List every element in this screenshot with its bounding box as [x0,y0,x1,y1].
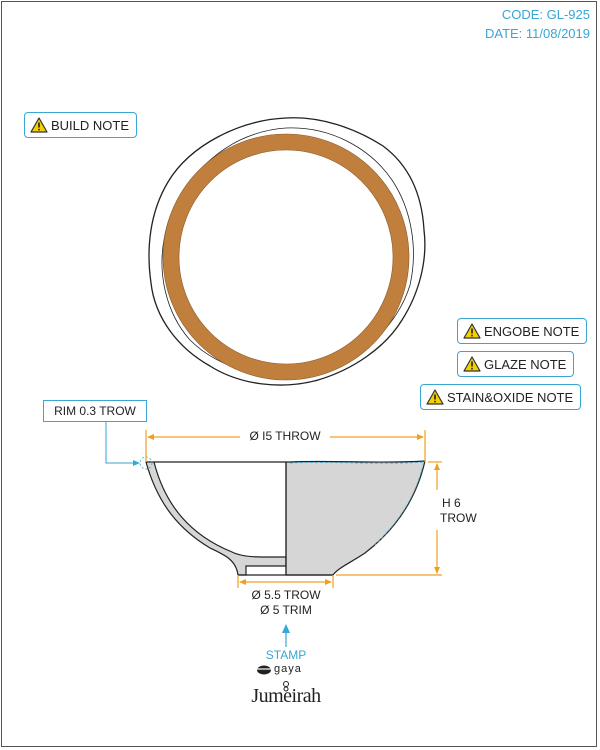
diameter-label: Ø I5 THROW [240,429,330,443]
stamp-label: STAMP [265,648,307,662]
jumeirah-wordmark: Jumeirah [251,685,321,707]
bowl-half-silhouette [285,460,426,576]
rim-callout: RIM 0.3 TROW [43,400,147,422]
foot-trim-label: Ø 5 TRIM [260,603,312,617]
arrow-up-icon [282,624,290,647]
bowl-section-wall [145,461,287,576]
height-label: H 6 [442,496,461,510]
height-label-unit: TROW [440,511,477,525]
gaya-wordmark: gaya [274,663,302,675]
bowl-top-outline [148,117,426,386]
bowl-drawing [105,117,442,692]
gaya-logo-icon [257,665,271,675]
foot-dimension [237,575,334,588]
foot-throw-label: Ø 5.5 TROW [251,588,321,602]
